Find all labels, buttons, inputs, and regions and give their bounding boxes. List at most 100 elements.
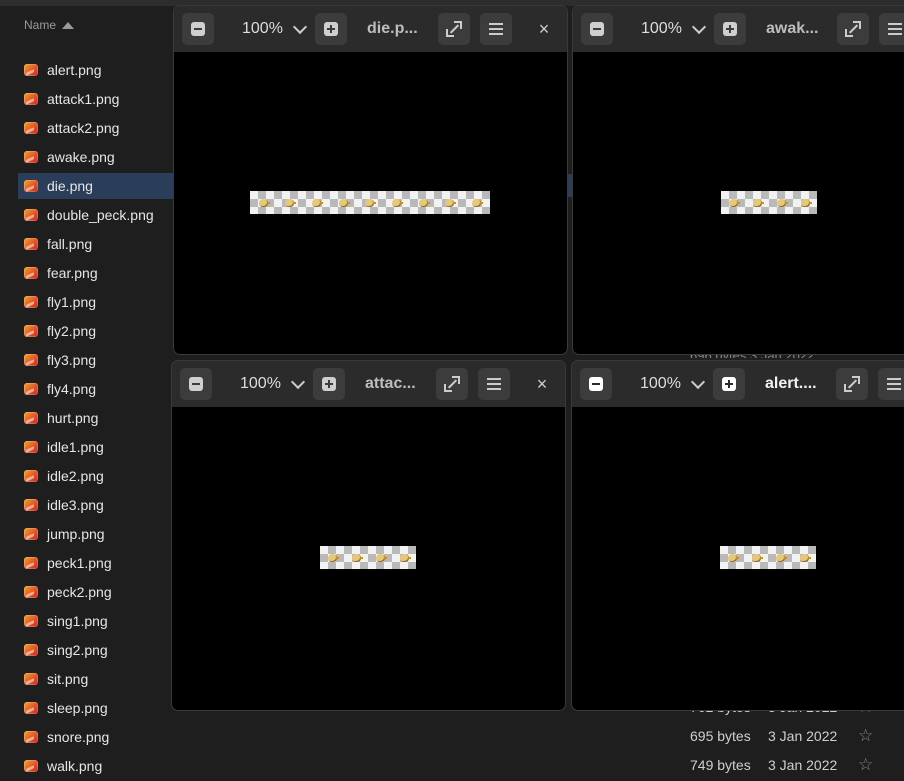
zoom-level-dropdown[interactable]: 100%: [240, 368, 305, 400]
file-row[interactable]: double_peck.png: [18, 202, 173, 228]
file-name: attack2.png: [47, 120, 120, 136]
star-icon[interactable]: ☆: [858, 755, 873, 775]
zoom-level-value: 100%: [641, 20, 682, 37]
expand-icon: [444, 376, 460, 392]
main-menu-button[interactable]: [879, 13, 904, 45]
file-meta-row[interactable]: 749 bytes 3 Jan 2022 ☆: [690, 752, 890, 778]
zoom-level-value: 100%: [240, 375, 281, 392]
file-row[interactable]: jump.png: [18, 521, 173, 547]
file-name: hurt.png: [47, 410, 99, 426]
file-row[interactable]: die.png: [18, 173, 173, 199]
png-file-icon: [24, 238, 38, 250]
file-row[interactable]: sleep.png: [18, 695, 173, 721]
chevron-down-icon: [292, 19, 307, 34]
file-name: idle1.png: [47, 439, 104, 455]
zoom-level-dropdown[interactable]: 100%: [640, 368, 705, 400]
file-name: sit.png: [47, 671, 89, 687]
star-icon[interactable]: ☆: [858, 726, 873, 746]
file-name: fly4.png: [47, 381, 97, 397]
png-file-icon: [24, 499, 38, 511]
file-row[interactable]: idle1.png: [18, 434, 173, 460]
close-button[interactable]: ×: [526, 368, 558, 400]
file-row[interactable]: fall.png: [18, 231, 173, 257]
sprite-sheet-image: [721, 191, 817, 214]
file-row[interactable]: sit.png: [18, 666, 173, 692]
zoom-in-icon: [723, 22, 737, 36]
fullscreen-button[interactable]: [837, 13, 869, 45]
fullscreen-button[interactable]: [438, 13, 470, 45]
png-file-icon: [24, 180, 38, 192]
file-row[interactable]: attack2.png: [18, 115, 173, 141]
zoom-in-button[interactable]: [313, 368, 345, 400]
close-button[interactable]: ×: [528, 13, 560, 45]
png-file-icon: [24, 702, 38, 714]
zoom-level-dropdown[interactable]: 100%: [641, 13, 706, 45]
file-row[interactable]: sing2.png: [18, 637, 173, 663]
hamburger-menu-icon: [887, 378, 901, 390]
zoom-out-button[interactable]: [180, 368, 212, 400]
png-file-icon: [24, 412, 38, 424]
viewer-title: attac...: [365, 375, 416, 392]
png-file-icon: [24, 470, 38, 482]
file-name: sleep.png: [47, 700, 108, 716]
file-row[interactable]: fly4.png: [18, 376, 173, 402]
zoom-in-icon: [324, 22, 338, 36]
file-row[interactable]: fly2.png: [18, 318, 173, 344]
zoom-level-dropdown[interactable]: 100%: [242, 13, 307, 45]
file-name: peck1.png: [47, 555, 112, 571]
file-meta-row[interactable]: 695 bytes 3 Jan 2022 ☆: [690, 723, 890, 749]
zoom-level-value: 100%: [640, 375, 681, 392]
chevron-down-icon: [690, 374, 705, 389]
file-row[interactable]: peck1.png: [18, 550, 173, 576]
file-name: alert.png: [47, 62, 102, 78]
file-row[interactable]: peck2.png: [18, 579, 173, 605]
zoom-out-button[interactable]: [581, 13, 613, 45]
file-size: 749 bytes: [690, 757, 751, 773]
main-menu-button[interactable]: [878, 368, 904, 400]
file-name: walk.png: [47, 758, 103, 774]
image-viewer-window[interactable]: 100% alert....: [572, 361, 904, 710]
image-viewer-window[interactable]: 100% attac... ×: [172, 361, 565, 710]
file-row[interactable]: awake.png: [18, 144, 173, 170]
zoom-in-icon: [322, 377, 336, 391]
png-file-icon: [24, 122, 38, 134]
file-name: sing1.png: [47, 613, 108, 629]
name-column-header[interactable]: Name: [24, 18, 75, 32]
zoom-out-button[interactable]: [182, 13, 214, 45]
file-date: 3 Jan 2022: [768, 728, 838, 744]
image-viewer-window[interactable]: 100% die.p... ×: [174, 6, 567, 354]
file-date: 3 Jan 2022: [768, 757, 838, 773]
zoom-in-button[interactable]: [714, 13, 746, 45]
file-name: idle2.png: [47, 468, 104, 484]
viewer-header-bar: 100% attac... ×: [172, 361, 565, 407]
file-row[interactable]: walk.png: [18, 753, 173, 779]
zoom-out-icon: [191, 22, 205, 36]
fullscreen-button[interactable]: [436, 368, 468, 400]
png-file-icon: [24, 209, 38, 221]
zoom-out-button[interactable]: [580, 368, 612, 400]
file-row[interactable]: fly3.png: [18, 347, 173, 373]
file-row[interactable]: idle3.png: [18, 492, 173, 518]
fullscreen-button[interactable]: [836, 368, 868, 400]
png-file-icon: [24, 760, 38, 772]
file-row[interactable]: idle2.png: [18, 463, 173, 489]
file-row[interactable]: attack1.png: [18, 86, 173, 112]
zoom-in-button[interactable]: [315, 13, 347, 45]
main-menu-button[interactable]: [478, 368, 510, 400]
file-row[interactable]: alert.png: [18, 57, 173, 83]
png-file-icon: [24, 528, 38, 540]
png-file-icon: [24, 383, 38, 395]
image-viewer-window[interactable]: 100% awak...: [573, 6, 904, 354]
file-row[interactable]: fly1.png: [18, 289, 173, 315]
file-size: 695 bytes: [690, 728, 751, 744]
file-row[interactable]: sing1.png: [18, 608, 173, 634]
file-row[interactable]: hurt.png: [18, 405, 173, 431]
file-name: fall.png: [47, 236, 93, 252]
file-name: attack1.png: [47, 91, 120, 107]
main-menu-button[interactable]: [480, 13, 512, 45]
file-row[interactable]: fear.png: [18, 260, 173, 286]
png-file-icon: [24, 267, 38, 279]
zoom-out-icon: [590, 22, 604, 36]
file-row[interactable]: snore.png: [18, 724, 173, 750]
zoom-in-button[interactable]: [713, 368, 745, 400]
